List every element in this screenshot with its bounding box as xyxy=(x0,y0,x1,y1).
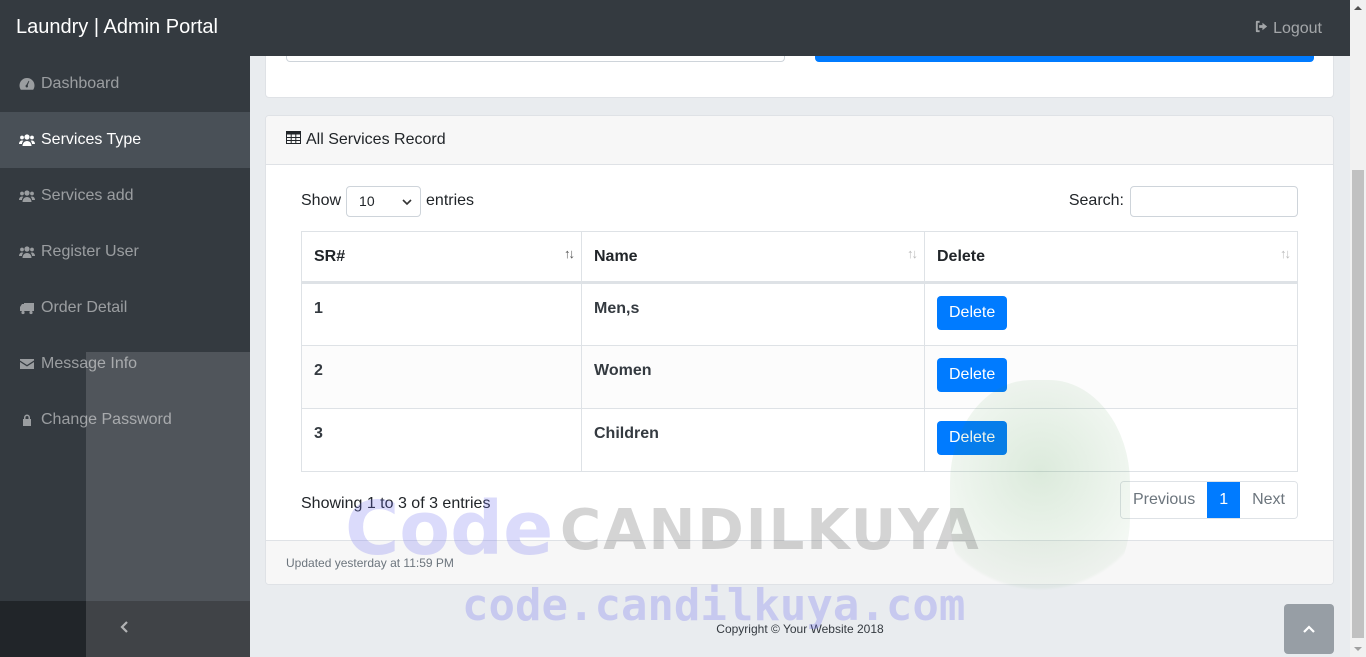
page-scrollbar[interactable] xyxy=(1350,0,1366,657)
cell-sr: 1 xyxy=(301,282,582,346)
top-navbar: Laundry | Admin Portal Logout xyxy=(0,0,1350,56)
envelope-icon xyxy=(18,356,36,372)
cell-name: Men,s xyxy=(581,282,925,346)
sidebar-toggle-button[interactable] xyxy=(0,601,250,657)
chevron-left-icon xyxy=(120,620,130,638)
pagination: Previous 1 Next xyxy=(1119,481,1298,519)
sidebar-item-label: Services add xyxy=(41,187,134,204)
column-header-delete[interactable]: Delete ↑↓ xyxy=(924,231,1298,284)
sort-icon: ↑↓ xyxy=(907,246,918,261)
records-card-footer: Updated yesterday at 11:59 PM xyxy=(266,540,1333,584)
lock-icon xyxy=(18,412,36,428)
delete-button[interactable]: Delete xyxy=(937,296,1008,330)
sidebar: Dashboard Services Type Services add Reg… xyxy=(0,56,250,657)
tachometer-icon xyxy=(18,76,36,92)
main-content: All Services Record Show 10 entries Sear… xyxy=(250,36,1350,657)
cell-name: Women xyxy=(581,345,925,409)
users-icon xyxy=(18,188,36,204)
length-suffix: entries xyxy=(426,192,475,209)
pagination-next[interactable]: Next xyxy=(1240,482,1297,518)
sidebar-item-label: Message Info xyxy=(41,355,138,372)
records-card-title: All Services Record xyxy=(306,131,446,148)
search-input[interactable] xyxy=(1130,185,1298,217)
pagination-previous[interactable]: Previous xyxy=(1120,482,1208,518)
column-header-sr[interactable]: SR# ↑↓ xyxy=(301,231,582,284)
users-icon xyxy=(18,132,36,148)
sidebar-item-label: Services Type xyxy=(41,131,142,148)
sidebar-item-services-add[interactable]: Services add xyxy=(0,168,250,224)
page-footer: Copyright © Your Website 2018 xyxy=(716,622,884,636)
table-row: 1 Men,s Delete xyxy=(301,282,1298,346)
sign-out-icon xyxy=(1254,19,1269,39)
column-header-name[interactable]: Name ↑↓ xyxy=(581,231,925,284)
logout-label: Logout xyxy=(1273,20,1322,37)
sidebar-item-label: Change Password xyxy=(41,411,172,428)
sidebar-item-label: Order Detail xyxy=(41,299,128,316)
delete-button[interactable]: Delete xyxy=(937,358,1008,392)
entries-length-value: 10 xyxy=(359,193,375,209)
logout-link[interactable]: Logout xyxy=(1254,19,1322,39)
sidebar-item-dashboard[interactable]: Dashboard xyxy=(0,56,250,112)
sidebar-item-services-type[interactable]: Services Type xyxy=(0,112,250,168)
sidebar-item-change-password[interactable]: Change Password xyxy=(0,392,250,448)
sort-icon: ↑↓ xyxy=(564,246,575,261)
sidebar-item-order-detail[interactable]: Order Detail xyxy=(0,280,250,336)
table-row: 3 Children Delete xyxy=(301,408,1298,472)
truck-icon xyxy=(18,300,36,316)
scroll-down-arrow-icon[interactable] xyxy=(1354,647,1362,651)
cell-name: Children xyxy=(581,408,925,472)
brand-title[interactable]: Laundry | Admin Portal xyxy=(16,16,218,39)
sidebar-item-label: Register User xyxy=(41,243,139,260)
scrollbar-thumb[interactable] xyxy=(1352,170,1364,638)
table-icon xyxy=(286,131,306,149)
records-card-header: All Services Record xyxy=(266,116,1333,165)
entries-length-select[interactable]: 10 xyxy=(346,185,422,217)
sidebar-item-label: Dashboard xyxy=(41,75,120,92)
records-card: All Services Record Show 10 entries Sear… xyxy=(265,115,1334,585)
cell-sr: 2 xyxy=(301,345,582,409)
chevron-up-icon xyxy=(1303,620,1315,638)
sort-icon: ↑↓ xyxy=(1280,246,1291,261)
delete-button[interactable]: Delete xyxy=(937,421,1008,455)
sidebar-item-register-user[interactable]: Register User xyxy=(0,224,250,280)
table-controls: Show 10 entries Search: xyxy=(301,185,1298,217)
scroll-to-top-button[interactable] xyxy=(1284,604,1334,654)
length-prefix: Show xyxy=(301,192,342,209)
services-table: SR# ↑↓ Name ↑↓ Delete ↑↓ 1 Men,s Delete 2 W… xyxy=(301,231,1298,472)
search-label: Search: xyxy=(1068,192,1124,209)
chevron-down-icon xyxy=(402,193,412,209)
cell-sr: 3 xyxy=(301,408,582,472)
scroll-up-arrow-icon[interactable] xyxy=(1354,6,1362,10)
table-row: 2 Women Delete xyxy=(301,345,1298,409)
pagination-page-1[interactable]: 1 xyxy=(1207,482,1241,518)
users-icon xyxy=(18,244,36,260)
sidebar-item-message-info[interactable]: Message Info xyxy=(0,336,250,392)
table-info: Showing 1 to 3 of 3 entries xyxy=(301,495,491,512)
